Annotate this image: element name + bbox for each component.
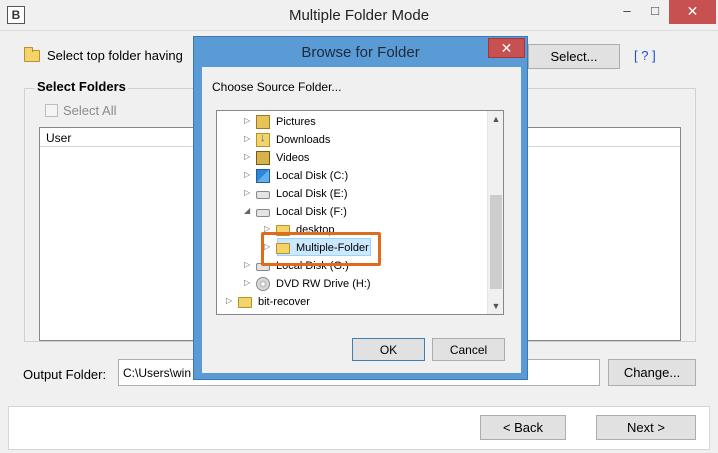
expand-arrow-icon[interactable]: ▷ (244, 116, 250, 125)
scroll-down-icon[interactable]: ▼ (488, 298, 504, 314)
window-title: Multiple Folder Mode (288, 7, 430, 24)
expand-arrow-icon[interactable]: ▷ (244, 188, 250, 197)
change-button[interactable]: Change... (608, 359, 696, 386)
expand-arrow-icon[interactable]: ▷ (226, 296, 232, 305)
select-folders-heading: Select Folders (35, 79, 128, 94)
windows-drive-icon (256, 169, 270, 183)
pictures-icon (256, 115, 270, 129)
output-folder-label: Output Folder: (23, 367, 107, 382)
downloads-icon (256, 132, 270, 147)
scroll-up-icon[interactable]: ▲ (488, 111, 504, 127)
tree-item-label: bit-recover (258, 296, 310, 308)
tree-item-label: DVD RW Drive (H:) (276, 278, 371, 290)
expand-arrow-icon[interactable]: ▷ (244, 170, 250, 179)
scroll-thumb[interactable] (490, 195, 502, 289)
dialog-prompt: Choose Source Folder... (212, 80, 342, 94)
expand-arrow-icon[interactable]: ▷ (244, 278, 250, 287)
dvd-icon (256, 277, 270, 291)
tree-item-label: Videos (276, 152, 310, 164)
select-all-checkbox[interactable] (45, 104, 58, 117)
close-button[interactable]: ✕ (669, 0, 716, 24)
selection-highlight (261, 232, 381, 266)
next-button[interactable]: Next > (596, 415, 696, 440)
top-folder-label: Select top folder having (47, 48, 183, 63)
collapse-arrow-icon[interactable]: ◢ (244, 206, 250, 215)
expand-arrow-icon[interactable]: ▷ (244, 260, 250, 269)
tree-item-label: Local Disk (E:) (276, 188, 348, 200)
maximize-button[interactable]: □ (641, 0, 669, 24)
videos-icon (256, 151, 270, 165)
minimize-button[interactable]: – (613, 0, 641, 24)
select-button[interactable]: Select... (528, 44, 620, 69)
title-bar: B Multiple Folder Mode – □ ✕ (0, 0, 718, 31)
ok-button[interactable]: OK (352, 338, 425, 361)
dialog-title: Browse for Folder (301, 44, 420, 61)
tree-scrollbar[interactable]: ▲ ▼ (487, 111, 503, 314)
tree-item-label: Downloads (276, 134, 331, 146)
tree-item-label: Local Disk (C:) (276, 170, 349, 182)
drive-icon (256, 209, 270, 217)
expand-arrow-icon[interactable]: ▷ (244, 152, 250, 161)
folder-icon (24, 47, 40, 62)
tree-item-label: Pictures (276, 116, 316, 128)
back-button[interactable]: < Back (480, 415, 566, 440)
select-all-label: Select All (63, 103, 117, 118)
help-link[interactable]: [ ? ] (634, 48, 656, 63)
cancel-button[interactable]: Cancel (432, 338, 505, 361)
drive-icon (256, 191, 270, 199)
folder-icon (238, 297, 252, 308)
dialog-close-button[interactable]: ✕ (488, 38, 525, 58)
expand-arrow-icon[interactable]: ▷ (244, 134, 250, 143)
tree-item-label: Local Disk (F:) (276, 206, 347, 218)
column-header-user[interactable]: User (46, 131, 71, 145)
